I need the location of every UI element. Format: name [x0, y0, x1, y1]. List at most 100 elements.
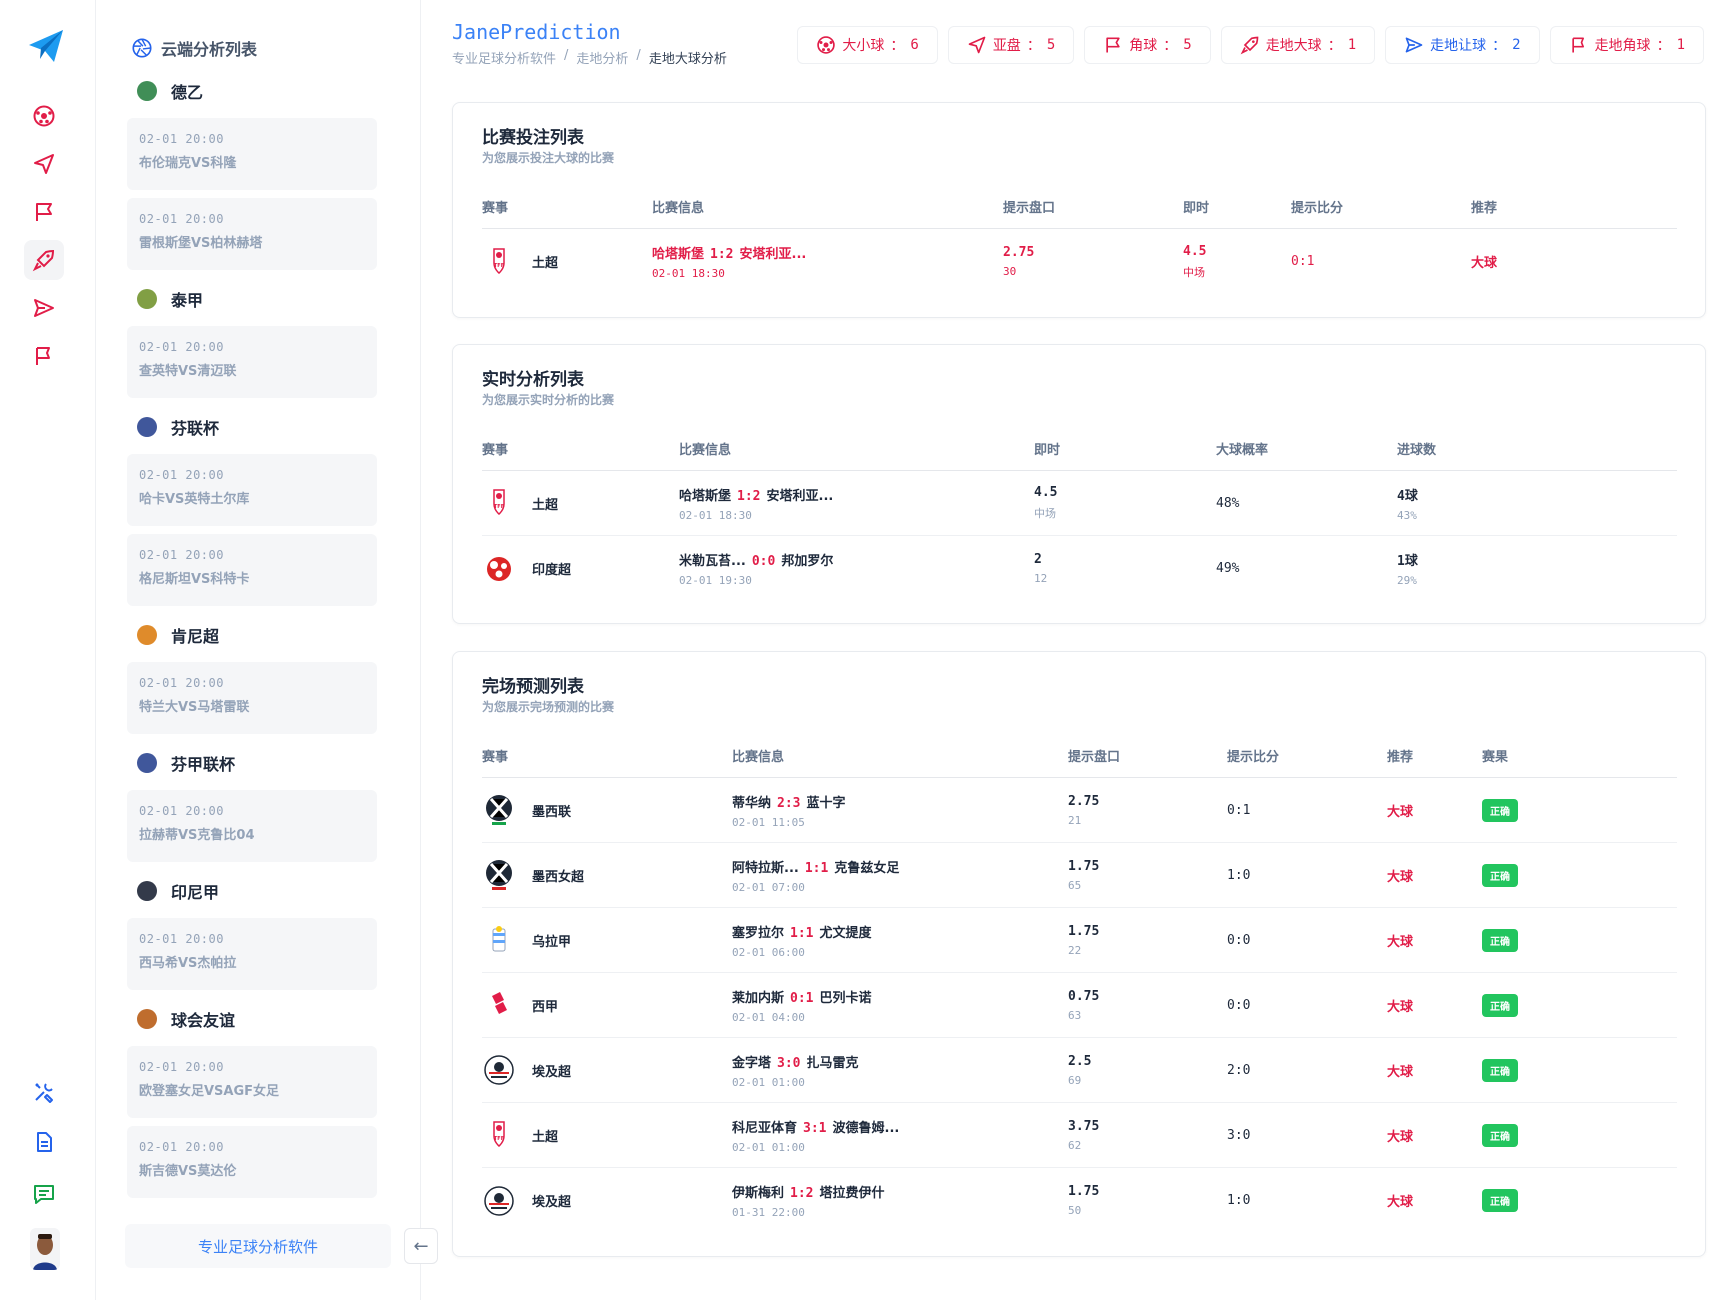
- sidebar-title: 云端分析列表: [161, 40, 258, 59]
- soccer-ball-icon[interactable]: [24, 96, 64, 136]
- document-icon[interactable]: [24, 1122, 64, 1162]
- match-info[interactable]: 阿特拉斯... 1:1 克鲁兹女足 02-01 07:00: [732, 857, 1068, 894]
- live-table: 赛事 比赛信息 即时 大球概率 进球数 TFF 土超 哈塔斯堡 1:2 安塔利亚... 02-01…: [482, 427, 1677, 601]
- match-info[interactable]: 金字塔 3:0 扎马雷克 02-01 01:00: [732, 1052, 1068, 1089]
- league-group-header[interactable]: 芬联杯: [127, 406, 377, 448]
- home-team: 科尼亚体育: [732, 1120, 798, 1136]
- stat-chip[interactable]: 走地角球： 1: [1549, 26, 1704, 64]
- match-time: 02-01 20:00: [139, 132, 224, 146]
- match-card[interactable]: 02-01 20:00 斯吉德VS莫达伦: [127, 1126, 377, 1198]
- league-cell: TFF 土超: [482, 486, 679, 520]
- match-card[interactable]: 02-01 20:00 查英特VS清迈联: [127, 326, 377, 398]
- match-teams: 布伦瑞克VS科隆: [139, 156, 237, 171]
- match-info[interactable]: 哈塔斯堡 1:2 安塔利亚... 02-01 18:30: [679, 485, 1034, 522]
- chip-count: 6: [910, 37, 919, 53]
- table-row[interactable]: TFF 土超 哈塔斯堡 1:2 安塔利亚... 02-01 18:30 2.75 30 4.5 中…: [482, 229, 1677, 294]
- collapse-sidebar-button[interactable]: ←: [404, 1228, 438, 1264]
- league-cell: TFF 土超: [482, 1118, 732, 1152]
- league-group-header[interactable]: 肯尼超: [127, 614, 377, 656]
- flag-icon[interactable]: [24, 192, 64, 232]
- league-group-header[interactable]: 芬甲联杯: [127, 742, 377, 784]
- match-time: 01-31 22:00: [732, 1206, 805, 1219]
- match-card[interactable]: 02-01 20:00 雷根斯堡VS柏林赫塔: [127, 198, 377, 270]
- match-info[interactable]: 蒂华纳 2:3 蓝十字 02-01 11:05: [732, 792, 1068, 829]
- breadcrumb-item[interactable]: 专业足球分析软件: [452, 48, 556, 67]
- league-logo-icon: [137, 417, 157, 437]
- match-card[interactable]: 02-01 20:00 特兰大VS马塔雷联: [127, 662, 377, 734]
- paper-plane-icon: [1404, 35, 1424, 55]
- tip-score: 0:1: [1227, 802, 1251, 818]
- stat-chip[interactable]: 角球： 5: [1084, 26, 1211, 64]
- result-badge: 正确: [1482, 928, 1518, 952]
- tools-icon[interactable]: [24, 1072, 64, 1112]
- stat-chip[interactable]: 走地让球： 2: [1385, 26, 1540, 64]
- table-row[interactable]: 西甲 莱加内斯 0:1 巴列卡诺 02-01 04:00 0.75 63 0:0 大球 正确: [482, 973, 1677, 1038]
- tip-score: 1:0: [1227, 867, 1251, 883]
- result-badge: 正确: [1482, 993, 1518, 1017]
- match-card[interactable]: 02-01 20:00 布伦瑞克VS科隆: [127, 118, 377, 190]
- league-logo-icon: TFF: [482, 245, 516, 279]
- table-row[interactable]: 印度超 米勒瓦苔... 0:0 邦加罗尔 02-01 19:30 2 12 49% 1球 29%: [482, 536, 1677, 601]
- league-group-header[interactable]: 印尼甲: [127, 870, 377, 912]
- match-teams: 欧登塞女足VSAGF女足: [139, 1084, 280, 1099]
- match-info[interactable]: 哈塔斯堡 1:2 安塔利亚... 02-01 18:30: [652, 243, 1003, 280]
- result-badge: 正确: [1482, 1123, 1518, 1147]
- bet-table: 赛事 比赛信息 提示盘口 即时 提示比分 推荐 TFF 土超 哈塔斯堡 1:2 安塔利亚... 02…: [482, 185, 1677, 294]
- stat-chip[interactable]: 大小球： 6: [797, 26, 938, 64]
- stat-chip[interactable]: 走地大球： 1: [1220, 26, 1376, 64]
- match-info[interactable]: 科尼亚体育 3:1 波德鲁姆... 02-01 01:00: [732, 1117, 1068, 1154]
- table-row[interactable]: 墨西联 蒂华纳 2:3 蓝十字 02-01 11:05 2.75 21 0:1 大球 正确: [482, 778, 1677, 843]
- column-header: 提示盘口: [1003, 201, 1056, 216]
- software-button[interactable]: 专业足球分析软件: [125, 1224, 391, 1268]
- chip-count: 5: [1046, 37, 1056, 53]
- match-card[interactable]: 02-01 20:00 格尼斯坦VS科特卡: [127, 534, 377, 606]
- chat-icon[interactable]: [24, 1174, 64, 1214]
- avatar[interactable]: [30, 1228, 60, 1270]
- match-info[interactable]: 米勒瓦苔... 0:0 邦加罗尔 02-01 19:30: [679, 550, 1034, 587]
- table-row[interactable]: TFF 土超 科尼亚体育 3:1 波德鲁姆... 02-01 01:00 3.75 62 3:0…: [482, 1103, 1677, 1168]
- match-score: 1:2: [710, 247, 734, 262]
- league-name: 印度超: [532, 563, 572, 578]
- table-header: 赛事 比赛信息 提示盘口 提示比分 推荐 赛果: [482, 734, 1677, 778]
- chip-count: 5: [1183, 37, 1192, 53]
- column-header: 推荐: [1387, 750, 1414, 765]
- match-time: 02-01 11:05: [732, 815, 805, 829]
- match-card[interactable]: 02-01 20:00 西马希VS杰帕拉: [127, 918, 377, 990]
- breadcrumb-item[interactable]: 走地分析: [576, 48, 628, 67]
- column-header: 即时: [1183, 201, 1210, 216]
- league-group-header[interactable]: 球会友谊: [127, 998, 377, 1040]
- table-row[interactable]: 墨西女超 阿特拉斯... 1:1 克鲁兹女足 02-01 07:00 1.75 65 1:0 大…: [482, 843, 1677, 908]
- match-teams: 斯吉德VS莫达伦: [139, 1164, 237, 1179]
- match-teams: 格尼斯坦VS科特卡: [139, 572, 250, 587]
- match-score: 2:3: [777, 795, 801, 811]
- match-card[interactable]: 02-01 20:00 拉赫蒂VS克鲁比04: [127, 790, 377, 862]
- match-info[interactable]: 莱加内斯 0:1 巴列卡诺 02-01 04:00: [732, 987, 1068, 1024]
- send-icon[interactable]: [24, 144, 64, 184]
- tip-score: 0:0: [1227, 932, 1251, 948]
- match-info[interactable]: 塞罗拉尔 1:1 尤文提度 02-01 06:00: [732, 922, 1068, 959]
- paper-plane-icon[interactable]: [24, 288, 64, 328]
- table-row[interactable]: TFF 土超 哈塔斯堡 1:2 安塔利亚... 02-01 18:30 4.5 中场 48% 4球…: [482, 471, 1677, 536]
- rocket-icon[interactable]: [24, 240, 64, 280]
- match-info[interactable]: 伊斯梅利 1:2 塔拉费伊什 01-31 22:00: [732, 1182, 1068, 1219]
- league-group-header[interactable]: 德乙: [127, 70, 377, 112]
- stat-chips: 大小球： 6 亚盘： 5 角球： 5 走地大球： 1 走地让球： 2 走地角球： 1: [797, 26, 1704, 64]
- paper-plane-logo-icon[interactable]: [26, 26, 66, 66]
- match-card[interactable]: 02-01 20:00 欧登塞女足VSAGF女足: [127, 1046, 377, 1118]
- tip-score: 1:0: [1227, 1193, 1251, 1208]
- live-value: 4.5 中场: [1034, 485, 1058, 520]
- brand-title[interactable]: JanePrediction: [452, 20, 621, 44]
- flag-outline-icon[interactable]: [24, 336, 64, 376]
- table-row[interactable]: 乌拉甲 塞罗拉尔 1:1 尤文提度 02-01 06:00 1.75 22 0:0 大球 正确: [482, 908, 1677, 973]
- handicap-line: 1.75 50: [1068, 1184, 1100, 1217]
- home-team: 金字塔: [732, 1055, 772, 1071]
- league-logo-icon: TFF: [482, 486, 516, 520]
- league-group-header[interactable]: 泰甲: [127, 278, 377, 320]
- league-name: 土超: [532, 1129, 559, 1145]
- rocket-icon: [1240, 35, 1260, 55]
- match-score: 1:1: [790, 925, 814, 941]
- stat-chip[interactable]: 亚盘： 5: [947, 26, 1075, 64]
- match-card[interactable]: 02-01 20:00 哈卡VS英特土尔库: [127, 454, 377, 526]
- table-row[interactable]: 埃及超 伊斯梅利 1:2 塔拉费伊什 01-31 22:00 1.75 50 1:0 大球 正确: [482, 1168, 1677, 1233]
- table-row[interactable]: 埃及超 金字塔 3:0 扎马雷克 02-01 01:00 2.5 69 2:0 大球 正确: [482, 1038, 1677, 1103]
